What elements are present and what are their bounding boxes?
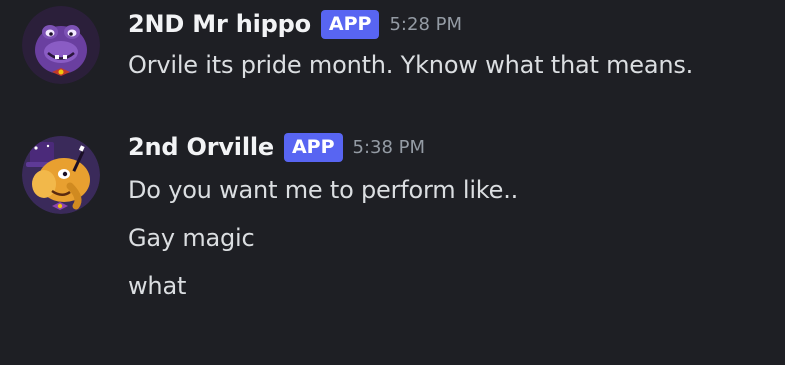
username[interactable]: 2ND Mr hippo xyxy=(128,10,311,38)
message-header: 2nd Orville APP 5:38 PM xyxy=(128,129,425,165)
app-badge: APP xyxy=(283,132,343,162)
username[interactable]: 2nd Orville xyxy=(128,133,274,161)
message-text: Do you want me to perform like.. xyxy=(128,176,519,204)
orange-elephant-magician-avatar-icon xyxy=(22,136,100,214)
avatar[interactable] xyxy=(22,136,100,214)
timestamp: 5:28 PM xyxy=(389,13,462,35)
message-header: 2ND Mr hippo APP 5:28 PM xyxy=(128,6,462,42)
timestamp: 5:38 PM xyxy=(352,136,426,158)
app-badge: APP xyxy=(320,9,380,39)
chat-message-list: 2ND Mr hippo APP 5:28 PM Orvile its prid… xyxy=(0,0,785,365)
message-text: Orvile its pride month. Yknow what that … xyxy=(128,51,694,79)
avatar[interactable] xyxy=(22,6,100,84)
purple-hippo-avatar-icon xyxy=(22,6,100,84)
message-text: what xyxy=(128,272,187,300)
message-text: Gay magic xyxy=(128,224,255,252)
